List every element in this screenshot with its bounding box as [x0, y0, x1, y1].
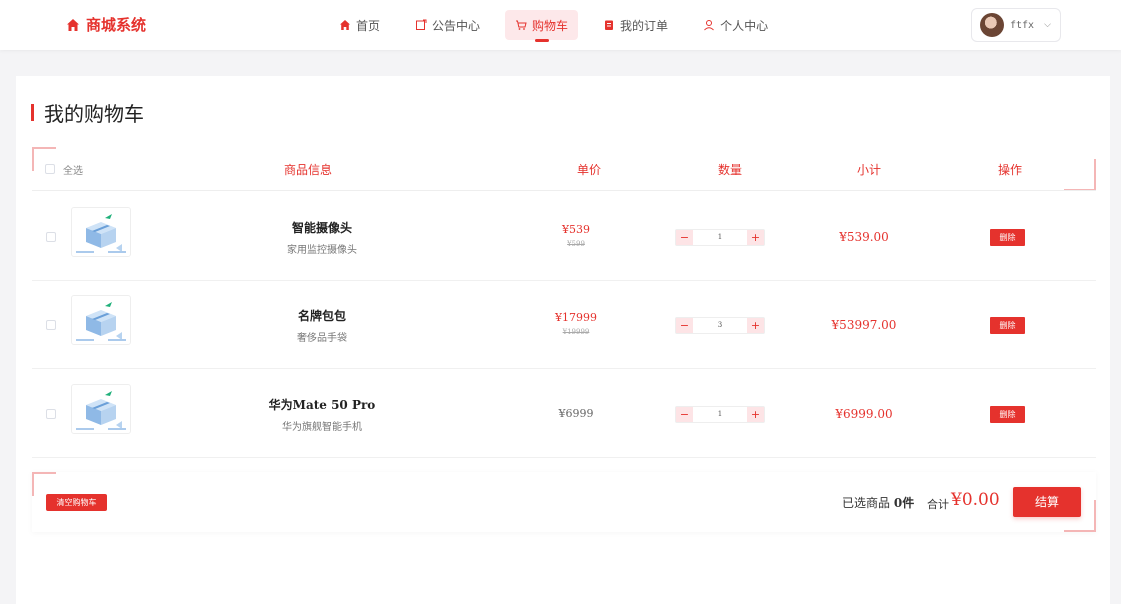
- product-name: 智能摄像头: [291, 221, 353, 235]
- quantity-stepper: − 1 +: [675, 229, 765, 246]
- nav-notice[interactable]: 公告中心: [405, 10, 490, 40]
- row-checkbox[interactable]: [46, 232, 56, 242]
- total-amount: ¥0.00: [951, 490, 1000, 510]
- cart-summary-bar: 清空购物车 已选商品 0件 合计 ¥0.00 结算: [32, 472, 1096, 532]
- nav-cart[interactable]: 购物车: [505, 10, 579, 40]
- selected-count: 已选商品 0件: [842, 494, 914, 511]
- unit-price: ¥17999: [555, 311, 597, 324]
- package-icon: [76, 302, 126, 341]
- user-name: ftfx: [1010, 19, 1035, 31]
- decor-corner: [32, 472, 56, 496]
- unit-price: ¥6999: [558, 407, 594, 420]
- delete-button[interactable]: 删除: [990, 229, 1025, 246]
- user-menu[interactable]: ftfx ⌵: [971, 8, 1061, 42]
- delete-button[interactable]: 删除: [990, 317, 1025, 334]
- nav-orders-label: 我的订单: [620, 18, 669, 33]
- quantity-stepper: − 1 +: [675, 406, 765, 423]
- site-logo[interactable]: 商城系统: [66, 14, 146, 35]
- clear-cart-button[interactable]: 清空购物车: [46, 494, 107, 511]
- product-desc: 奢侈品手袋: [297, 333, 347, 344]
- increase-button[interactable]: +: [747, 407, 764, 422]
- product-desc: 华为旗舰智能手机: [282, 422, 362, 433]
- row-subtotal: ¥539.00: [839, 230, 889, 244]
- col-actions: 操作: [997, 163, 1023, 177]
- increase-button[interactable]: +: [747, 230, 764, 245]
- product-name: 华为Mate 50 Pro: [268, 398, 376, 412]
- product-image[interactable]: [71, 384, 131, 434]
- col-quantity: 数量: [717, 163, 743, 177]
- unit-price: ¥539: [562, 223, 590, 236]
- nav-home-label: 首页: [356, 18, 381, 33]
- original-price: ¥19999: [562, 328, 590, 336]
- total-label: 合计: [927, 498, 949, 511]
- product-desc: 家用监控摄像头: [287, 245, 357, 256]
- quantity-input[interactable]: 1: [693, 407, 747, 422]
- home-icon: [340, 20, 350, 30]
- user-icon: [704, 20, 714, 31]
- package-icon: [76, 214, 126, 253]
- page-title: 我的购物车: [44, 102, 144, 126]
- row-checkbox[interactable]: [46, 320, 56, 330]
- col-unit-price: 单价: [576, 163, 602, 177]
- title-accent-bar: [31, 104, 34, 121]
- cart-row: 华为Mate 50 Pro 华为旗舰智能手机 ¥6999 − 1 + ¥6999…: [32, 370, 1096, 458]
- nav-profile-label: 个人中心: [720, 18, 769, 33]
- notice-icon: [416, 19, 427, 30]
- decrease-button[interactable]: −: [676, 318, 693, 333]
- select-all-label: 全选: [63, 166, 83, 177]
- decrease-button[interactable]: −: [676, 407, 693, 422]
- nav-orders[interactable]: 我的订单: [593, 10, 678, 40]
- col-subtotal: 小计: [856, 163, 882, 177]
- cart-row: 智能摄像头 家用监控摄像头 ¥539 ¥599 − 1 + ¥539.00 删除: [32, 193, 1096, 281]
- product-image[interactable]: [71, 207, 131, 257]
- chevron-down-icon: ⌵: [1044, 20, 1051, 30]
- logo-text: 商城系统: [86, 16, 147, 34]
- decor-corner: [1064, 500, 1096, 532]
- cart-icon: [516, 20, 527, 30]
- original-price: ¥599: [567, 240, 585, 248]
- selected-number: 0件: [893, 496, 915, 510]
- quantity-input[interactable]: 3: [693, 318, 747, 333]
- table-header: 商品信息 单价 数量 小计 操作: [32, 147, 1096, 191]
- product-name: 名牌包包: [297, 309, 347, 323]
- quantity-stepper: − 3 +: [675, 317, 765, 334]
- nav-notice-label: 公告中心: [432, 18, 481, 33]
- nav-cart-label: 购物车: [532, 18, 569, 33]
- nav-home[interactable]: 首页: [329, 10, 390, 40]
- row-checkbox[interactable]: [46, 409, 56, 419]
- avatar: [980, 13, 1004, 37]
- main-nav: 首页 公告中心 购物车 我的订单 个人中心: [329, 10, 793, 40]
- home-icon: [67, 18, 79, 31]
- product-image[interactable]: [71, 295, 131, 345]
- row-subtotal: ¥6999.00: [835, 407, 893, 421]
- order-icon: [605, 20, 614, 30]
- selected-prefix: 已选商品: [842, 496, 891, 510]
- quantity-input[interactable]: 1: [693, 230, 747, 245]
- increase-button[interactable]: +: [747, 318, 764, 333]
- col-product-info: 商品信息: [283, 163, 333, 177]
- top-header: 商城系统 首页 公告中心 购物车 我的订单 个人中心 ftfx ⌵: [0, 0, 1121, 50]
- package-icon: [76, 391, 126, 430]
- delete-button[interactable]: 删除: [990, 406, 1025, 423]
- decrease-button[interactable]: −: [676, 230, 693, 245]
- cart-row: 名牌包包 奢侈品手袋 ¥17999 ¥19999 − 3 + ¥53997.00…: [32, 281, 1096, 369]
- row-subtotal: ¥53997.00: [831, 318, 897, 332]
- select-all-checkbox[interactable]: [45, 164, 55, 174]
- nav-profile[interactable]: 个人中心: [693, 10, 778, 40]
